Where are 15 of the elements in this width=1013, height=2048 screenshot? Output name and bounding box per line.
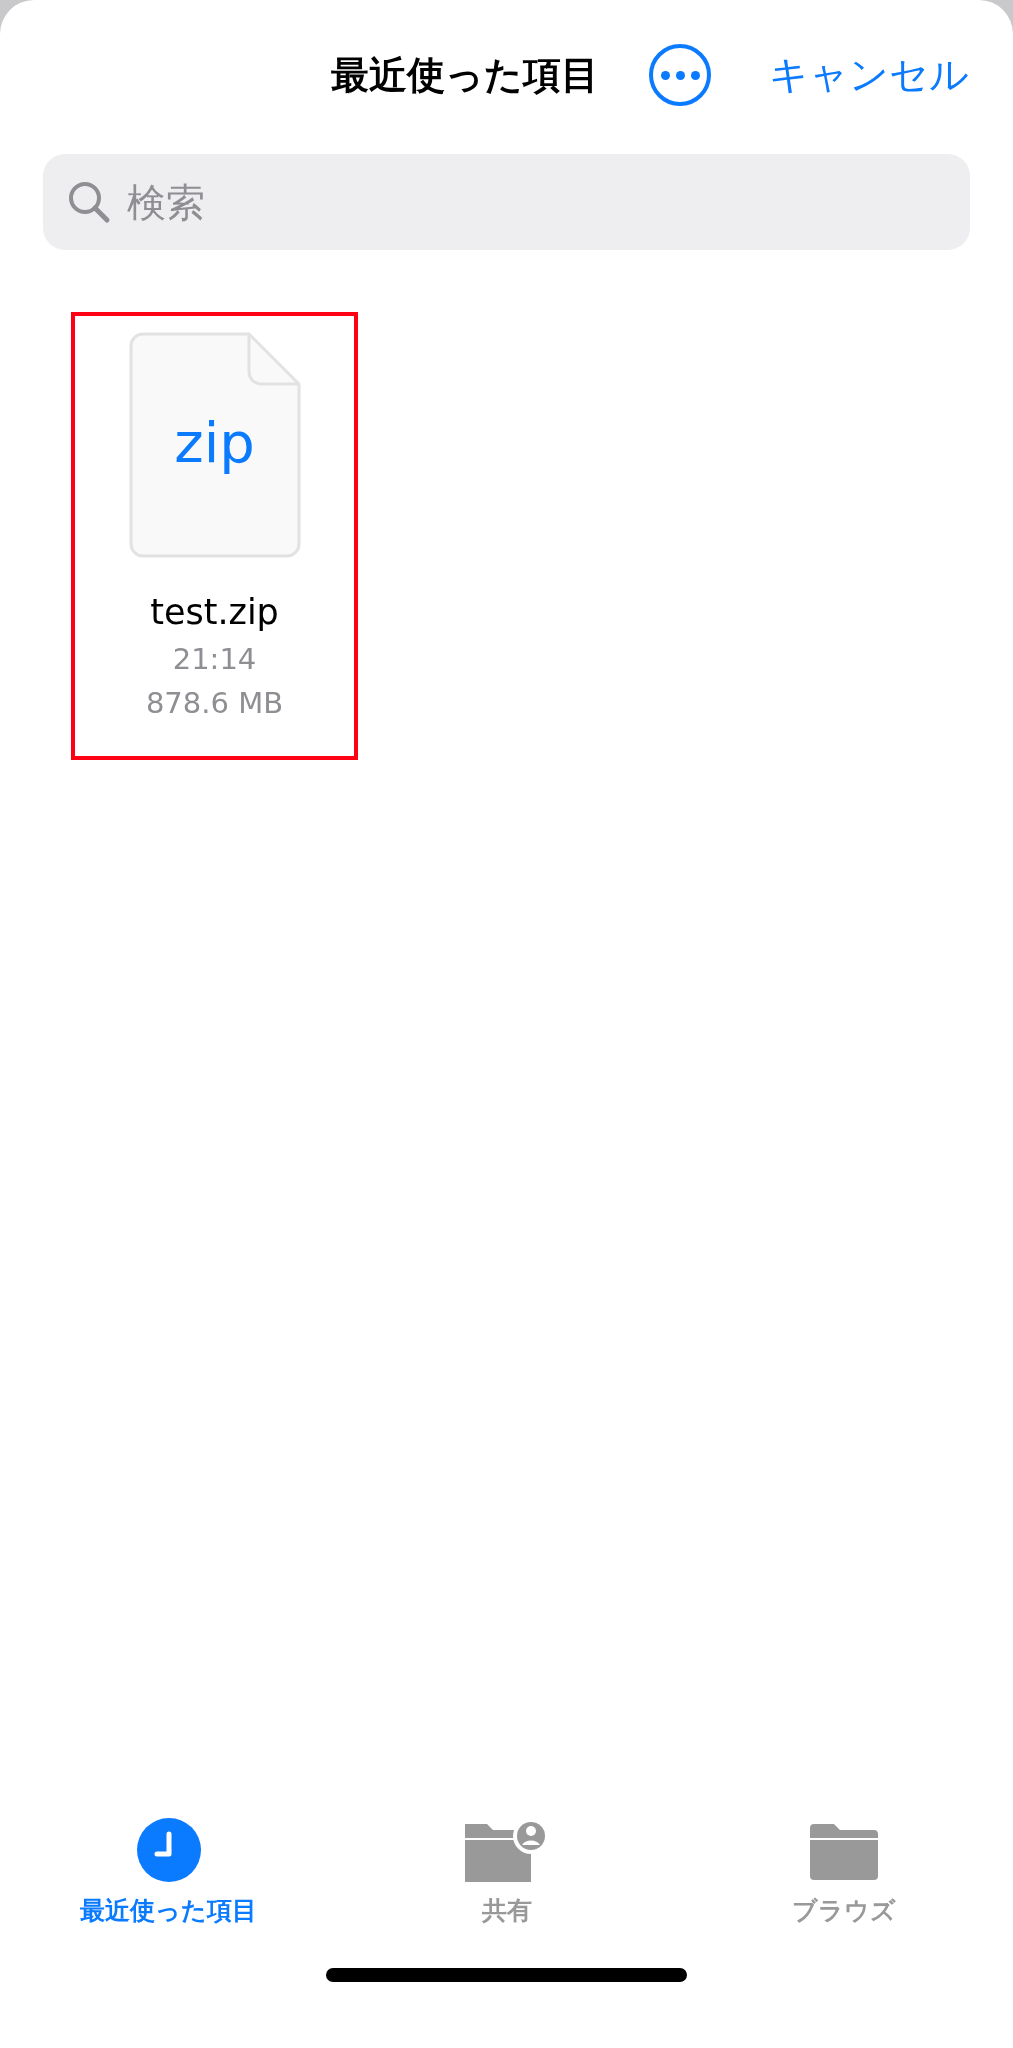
page-title: 最近使った項目 xyxy=(331,51,599,99)
tab[interactable]: ブラウズ xyxy=(675,1818,1013,1958)
cancel-button[interactable]: キャンセル xyxy=(769,48,969,102)
more-button[interactable] xyxy=(649,44,711,106)
file-type-label: zip xyxy=(173,410,256,475)
file-time: 21:14 xyxy=(172,642,257,676)
tab[interactable]: 共有 xyxy=(337,1818,676,1958)
search-icon xyxy=(67,180,111,224)
document-icon xyxy=(128,332,301,558)
file-item[interactable]: zip test.zip 21:14 878.6 MB xyxy=(71,312,358,760)
file-size: 878.6 MB xyxy=(145,686,284,720)
tab[interactable]: 最近使った項目 xyxy=(0,1818,338,1958)
clock-icon xyxy=(136,1818,201,1882)
file-name: test.zip xyxy=(150,592,279,632)
search-field[interactable]: 検索 xyxy=(43,154,970,250)
